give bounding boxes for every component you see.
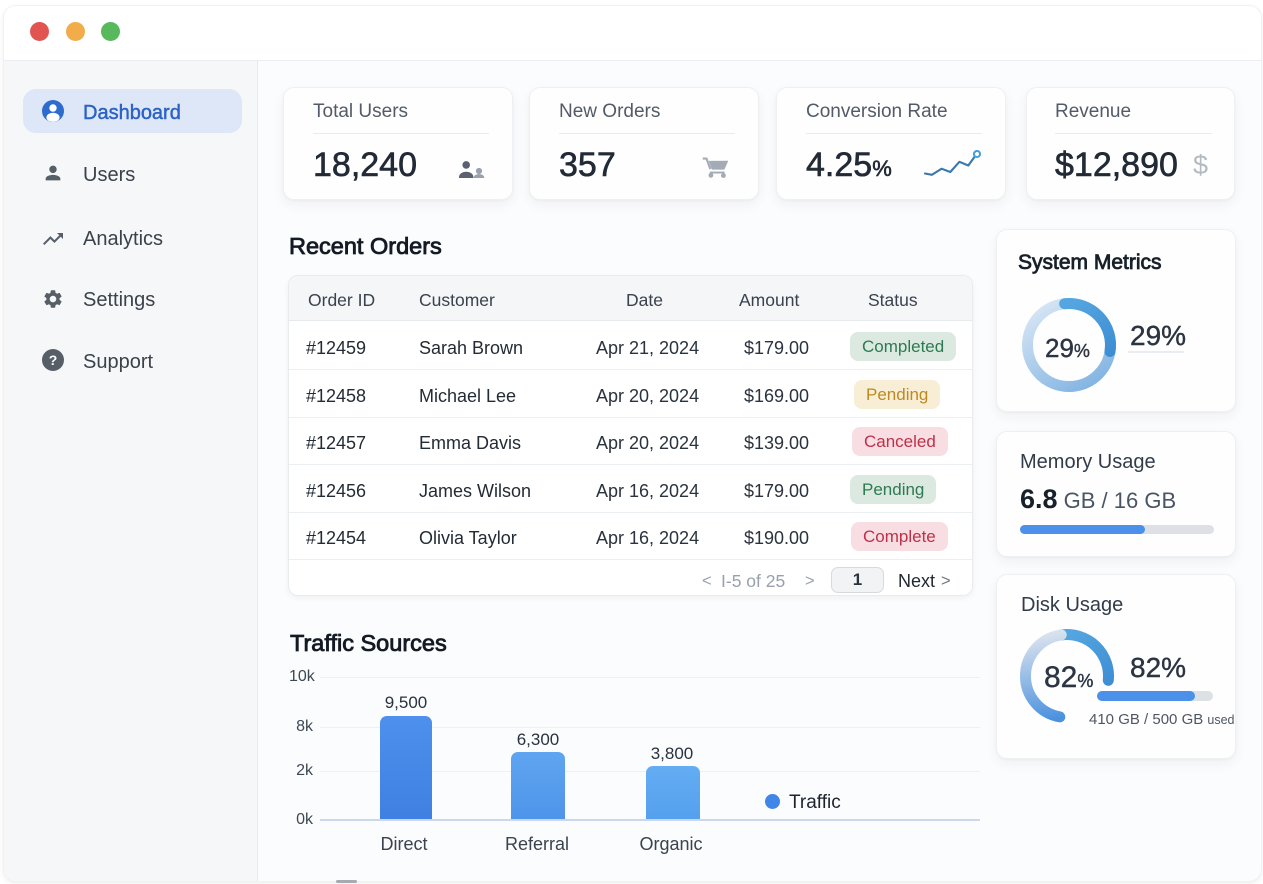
svg-text:?: ? xyxy=(49,352,58,368)
